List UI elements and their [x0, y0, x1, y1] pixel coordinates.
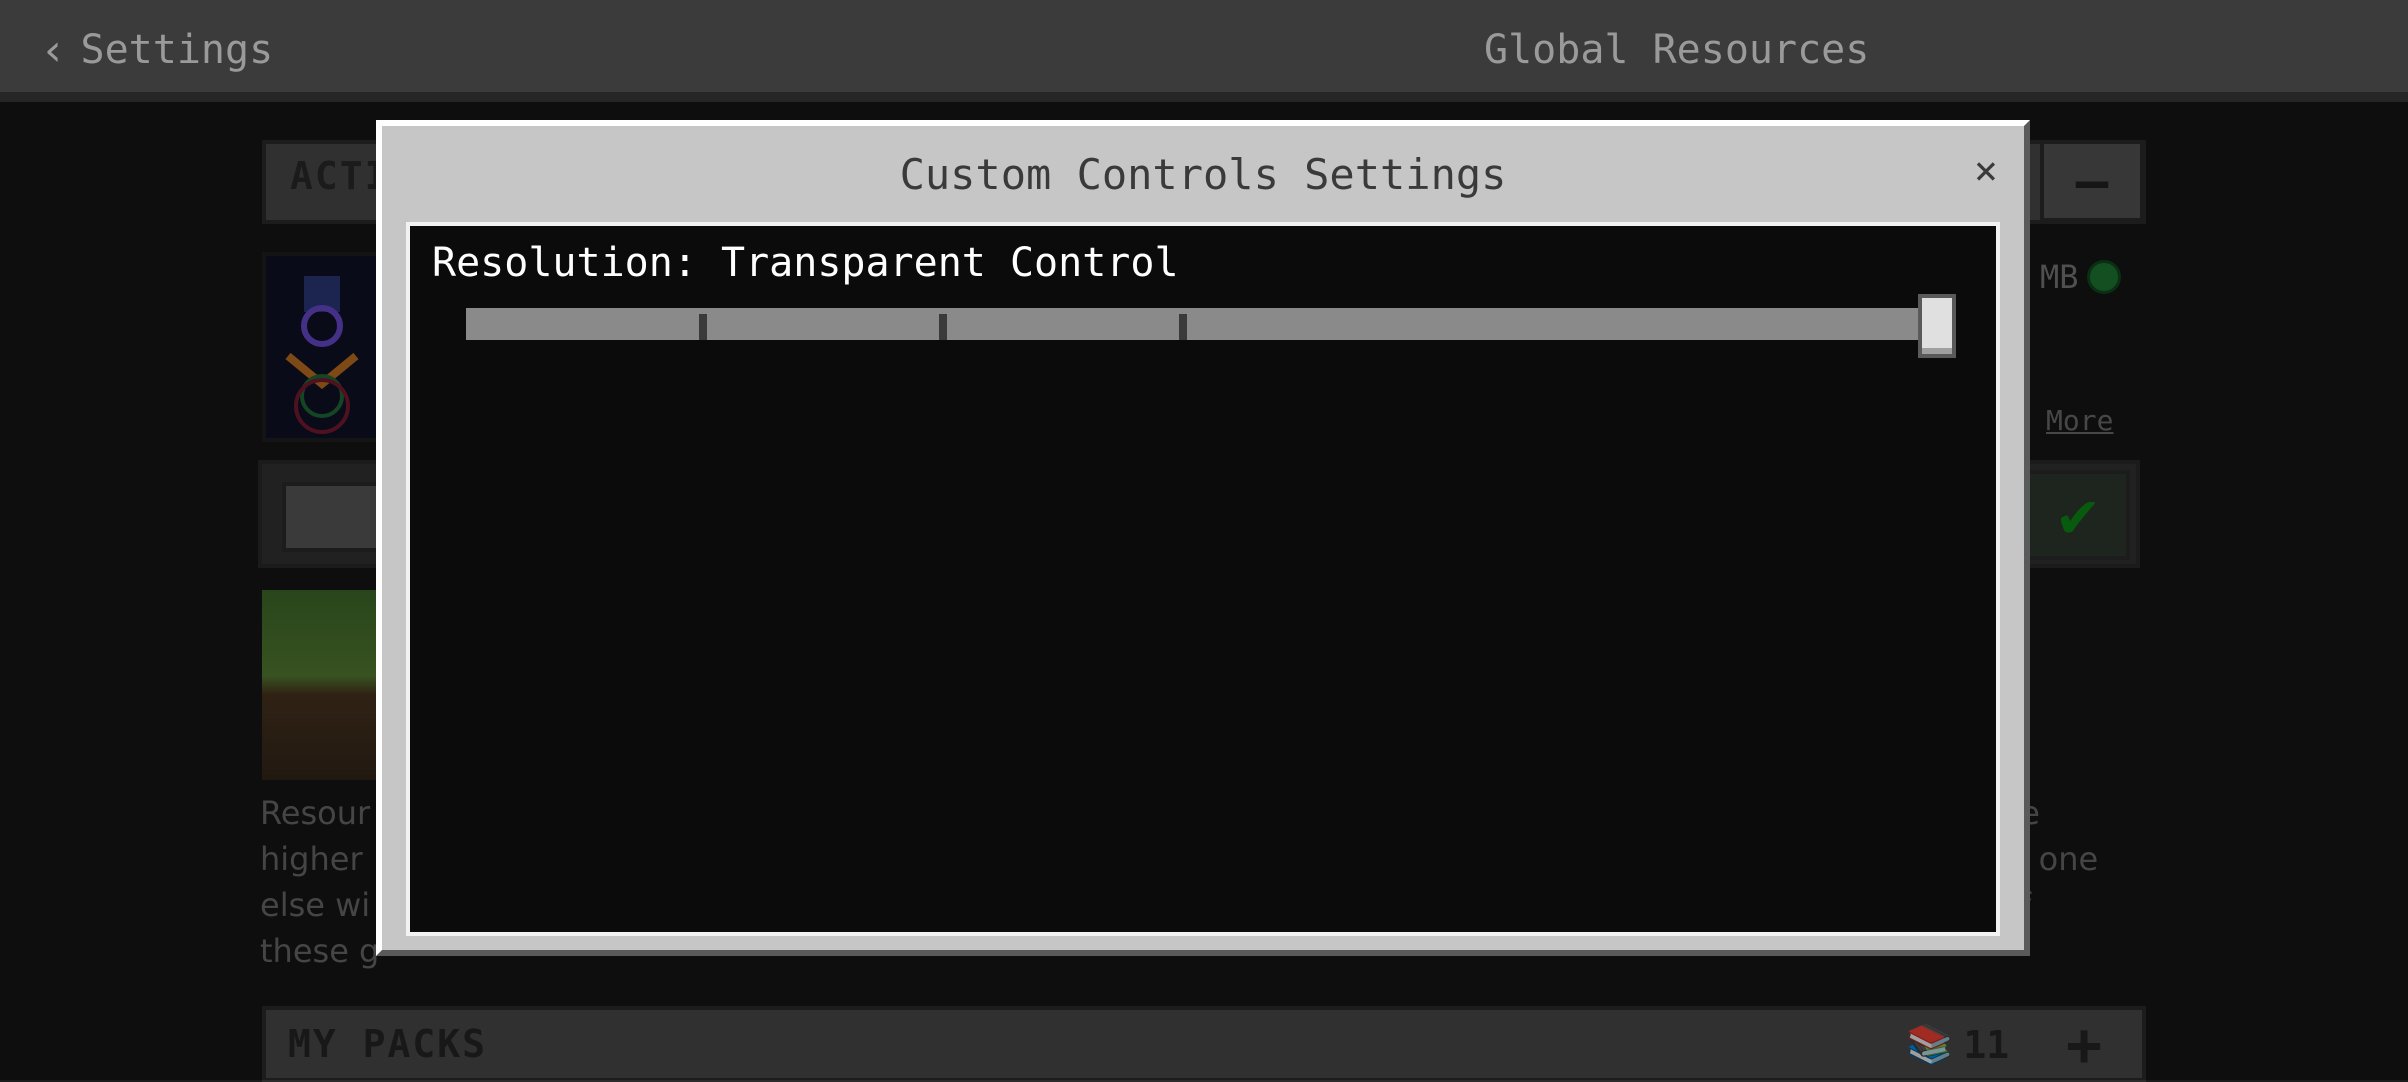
slider-tick — [699, 314, 707, 340]
resolution-label: Resolution: Transparent Control — [432, 240, 1179, 286]
close-icon[interactable]: × — [1974, 148, 1998, 194]
resolution-slider[interactable] — [466, 308, 1918, 340]
back-label: Settings — [80, 27, 274, 73]
page-title: Global Resources — [1484, 27, 1870, 73]
dialog-title: Custom Controls Settings — [899, 149, 1507, 199]
slider-handle[interactable] — [1918, 294, 1956, 358]
back-button[interactable]: ‹ Settings — [40, 22, 273, 78]
top-bar: ‹ Settings Global Resources — [0, 0, 2408, 102]
dialog-body: Resolution: Transparent Control — [406, 222, 2000, 936]
slider-tick — [939, 314, 947, 340]
custom-controls-dialog: Custom Controls Settings × Resolution: T… — [376, 120, 2030, 956]
slider-tick — [1179, 314, 1187, 340]
chevron-left-icon: ‹ — [40, 24, 67, 76]
